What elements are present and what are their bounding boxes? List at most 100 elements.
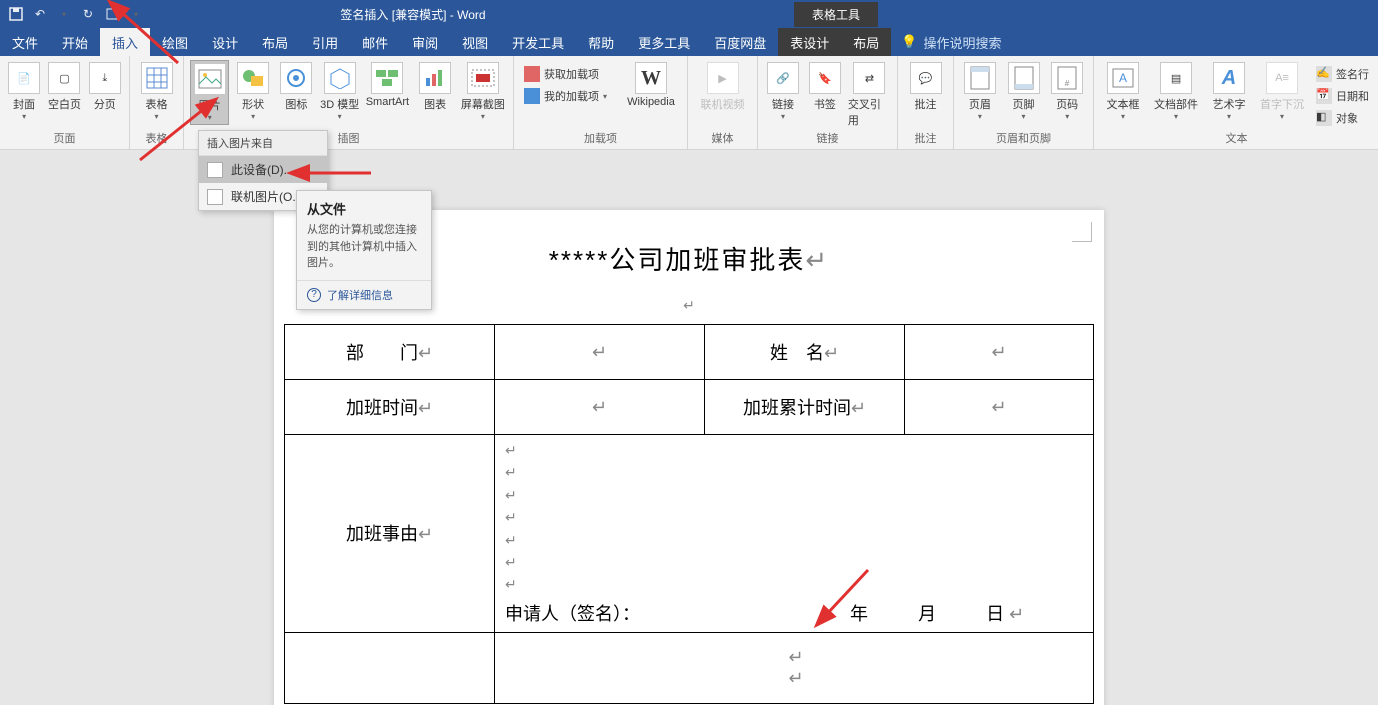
screenshot-label: 屏幕截图 xyxy=(461,96,505,112)
wordart-icon: A xyxy=(1213,62,1245,94)
header-label: 页眉 xyxy=(969,96,991,112)
online-icon xyxy=(207,189,223,205)
get-addins-button[interactable]: 获取加载项 xyxy=(520,64,611,84)
textbox-button[interactable]: A文本框▾ xyxy=(1100,60,1146,123)
datetime-button[interactable]: 📅日期和 xyxy=(1312,86,1373,106)
blank-page-label: 空白页 xyxy=(48,96,81,112)
screenshot-button[interactable]: 屏幕截图▾ xyxy=(459,60,507,123)
shapes-label: 形状 xyxy=(242,96,264,112)
tab-references[interactable]: 引用 xyxy=(300,28,350,56)
tab-help[interactable]: 帮助 xyxy=(576,28,626,56)
annotation-arrow-4 xyxy=(818,565,878,630)
ribbon-tabs: 文件 开始 插入 绘图 设计 布局 引用 邮件 审阅 视图 开发工具 帮助 更多… xyxy=(0,28,1378,56)
video-label: 联机视频 xyxy=(701,96,745,112)
tell-me-search[interactable]: 💡 操作说明搜索 xyxy=(891,28,1011,56)
object-button[interactable]: ◧对象 xyxy=(1312,108,1373,128)
tooltip-body: 从您的计算机或您连接到的其他计算机中插入图片。 xyxy=(297,222,431,280)
get-addins-label: 获取加载项 xyxy=(544,66,599,82)
from-this-device-label: 此设备(D)... xyxy=(231,161,294,178)
pagenum-icon: # xyxy=(1051,62,1083,94)
group-headerfooter: 页眉▾ 页脚▾ #页码▾ 页眉和页脚 xyxy=(954,56,1094,149)
chart-icon xyxy=(419,62,451,94)
store-icon xyxy=(524,66,540,82)
group-text: A文本框▾ ▤文档部件▾ A艺术字▾ A≡首字下沉▾ ✍签名行 📅日期和 ◧对象… xyxy=(1094,56,1378,149)
tab-tabledesign[interactable]: 表设计 xyxy=(778,28,841,56)
link-button[interactable]: 🔗链接▾ xyxy=(764,60,802,123)
wikipedia-button[interactable]: WWikipedia xyxy=(621,60,681,110)
tab-design[interactable]: 设计 xyxy=(200,28,250,56)
tab-baidu[interactable]: 百度网盘 xyxy=(702,28,778,56)
reason-empty-lines[interactable]: ↵↵↵↵↵↵↵ xyxy=(495,435,1093,600)
quickparts-button[interactable]: ▤文档部件▾ xyxy=(1150,60,1202,123)
cell-overtime-label: 加班时间 xyxy=(346,398,418,418)
quickparts-label: 文档部件 xyxy=(1154,96,1198,112)
pictures-icon xyxy=(194,63,226,95)
header-button[interactable]: 页眉▾ xyxy=(960,60,1000,123)
crossref-button[interactable]: ⇄交叉引用 xyxy=(848,60,891,130)
cell-dept-label: 部 门 xyxy=(346,343,418,363)
save-icon[interactable] xyxy=(8,6,24,22)
super-tooltip: 从文件 从您的计算机或您连接到的其他计算机中插入图片。 ? 了解详细信息 xyxy=(296,190,432,310)
chart-button[interactable]: 图表 xyxy=(416,60,455,114)
tab-layout[interactable]: 布局 xyxy=(250,28,300,56)
footer-label: 页脚 xyxy=(1013,96,1035,112)
sigline-label: 签名行 xyxy=(1336,66,1369,82)
online-pictures-label: 联机图片(O... xyxy=(231,188,302,205)
pagenum-button[interactable]: #页码▾ xyxy=(1047,60,1087,123)
my-addins-button[interactable]: 我的加载项 ▾ xyxy=(520,86,611,106)
cover-page-label: 封面 xyxy=(13,96,35,112)
svg-text:#: # xyxy=(1065,79,1070,88)
cell-accum-label: 加班累计时间 xyxy=(743,398,851,418)
tooltip-title: 从文件 xyxy=(297,191,431,222)
wordart-button[interactable]: A艺术字▾ xyxy=(1206,60,1252,123)
para-mark: ↵ xyxy=(991,397,1006,417)
bookmark-button[interactable]: 🔖书签 xyxy=(806,60,844,114)
online-video-button: ▶联机视频 xyxy=(694,60,751,114)
undo-icon[interactable]: ↶ xyxy=(32,6,48,22)
wordart-label: 艺术字 xyxy=(1213,96,1246,112)
document-area[interactable]: *****公司加班审批表↵ ↵ 部 门↵ ↵ 姓 名↵ ↵ 加班时间↵ ↵ 加班… xyxy=(0,150,1378,705)
icons-button[interactable]: 图标 xyxy=(277,60,316,114)
tab-moretools[interactable]: 更多工具 xyxy=(626,28,702,56)
smartart-icon xyxy=(371,62,403,94)
tab-mailings[interactable]: 邮件 xyxy=(350,28,400,56)
blank-page-button[interactable]: ▢空白页 xyxy=(46,60,82,114)
tell-me-label: 操作说明搜索 xyxy=(923,33,1001,52)
tooltip-help-link[interactable]: ? 了解详细信息 xyxy=(297,280,431,309)
quickparts-icon: ▤ xyxy=(1160,62,1192,94)
my-addins-label: 我的加载项 xyxy=(544,88,599,104)
approval-table[interactable]: 部 门↵ ↵ 姓 名↵ ↵ 加班时间↵ ↵ 加班累计时间↵ ↵ 加班事由↵ ↵↵… xyxy=(284,324,1094,704)
cover-page-button[interactable]: 📄封面▾ xyxy=(6,60,42,123)
title-bar: ↶ ▾ ↻ ▾ 签名插入 [兼容模式] - Word 表格工具 xyxy=(0,0,1378,28)
model3d-button[interactable]: 3D 模型▾ xyxy=(320,60,359,123)
smartart-label: SmartArt xyxy=(366,96,409,108)
svg-text:A: A xyxy=(1119,71,1127,85)
tab-developer[interactable]: 开发工具 xyxy=(500,28,576,56)
para-mark: ↵↵ xyxy=(507,647,1085,689)
tab-view[interactable]: 视图 xyxy=(450,28,500,56)
pagenum-label: 页码 xyxy=(1056,96,1078,112)
table-row: 部 门↵ ↵ 姓 名↵ ↵ xyxy=(285,325,1094,380)
doc-title: *****公司加班审批表 xyxy=(549,245,806,275)
chart-label: 图表 xyxy=(424,96,446,112)
crossref-icon: ⇄ xyxy=(853,62,885,94)
footer-button[interactable]: 页脚▾ xyxy=(1004,60,1044,123)
tab-file[interactable]: 文件 xyxy=(0,28,50,56)
comment-label: 批注 xyxy=(915,96,937,112)
table-row: 加班时间↵ ↵ 加班累计时间↵ ↵ xyxy=(285,380,1094,435)
comment-button[interactable]: 💬批注 xyxy=(904,60,947,114)
tab-tablelayout[interactable]: 布局 xyxy=(841,28,891,56)
tab-review[interactable]: 审阅 xyxy=(400,28,450,56)
redo-icon[interactable]: ↻ xyxy=(80,6,96,22)
shapes-button[interactable]: 形状▾ xyxy=(233,60,272,123)
applicant-line[interactable]: 申请人（签名）： 年 月 日 ↵ xyxy=(495,600,1093,632)
undo-dropdown-icon[interactable]: ▾ xyxy=(56,6,72,22)
tab-home[interactable]: 开始 xyxy=(50,28,100,56)
sigline-button[interactable]: ✍签名行 xyxy=(1312,64,1373,84)
cell-name-label: 姓 名 xyxy=(770,343,824,363)
annotation-arrow-1 xyxy=(108,3,188,73)
smartart-button[interactable]: SmartArt xyxy=(363,60,411,110)
dropcap-icon: A≡ xyxy=(1266,62,1298,94)
page-break-label: 分页 xyxy=(94,96,116,112)
icons-icon xyxy=(280,62,312,94)
